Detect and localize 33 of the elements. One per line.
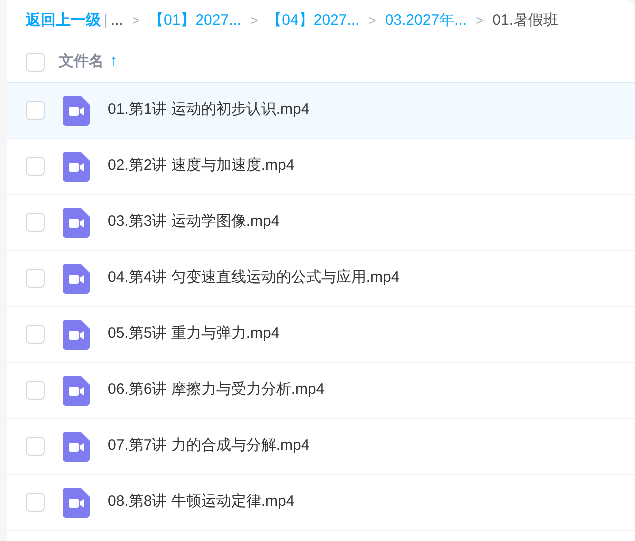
breadcrumb-link[interactable]: ... [110,10,124,32]
checkbox[interactable] [26,269,45,288]
video-file-icon [63,432,90,462]
checkbox[interactable] [26,157,45,176]
checkbox[interactable] [26,52,45,72]
video-file-icon [63,488,90,518]
video-file-icon [63,264,90,294]
file-name: 07.第7讲 力的合成与分解.mp4 [108,436,310,456]
file-name: 08.第8讲 牛顿运动定律.mp4 [108,492,295,512]
current-folder: 01.暑假班 [492,10,559,31]
file-name: 06.第6讲 摩擦力与受力分析.mp4 [108,380,325,400]
chevron-separator: > [476,12,484,30]
checkbox[interactable] [26,213,45,232]
video-file-icon [63,208,90,238]
video-file-icon [63,96,90,126]
file-name: 03.第3讲 运动学图像.mp4 [108,212,280,232]
video-file-icon [63,320,90,350]
divider-text: | [104,10,108,31]
chevron-separator: > [132,12,140,30]
checkbox[interactable] [26,325,45,344]
chevron-separator: > [368,12,376,30]
chevron-separator: > [250,12,258,30]
file-name: 01.第1讲 运动的初步认识.mp4 [108,100,310,120]
checkbox[interactable] [26,101,45,120]
checkbox[interactable] [26,493,45,512]
checkbox[interactable] [26,381,45,400]
file-name: 04.第4讲 匀变速直线运动的公式与应用.mp4 [108,268,400,288]
video-file-icon [63,376,90,406]
file-row[interactable]: 01.第1讲 运动的初步认识.mp4 [7,83,635,139]
file-name: 05.第5讲 重力与弹力.mp4 [108,324,280,344]
video-file-icon [63,152,90,182]
file-name: 02.第2讲 速度与加速度.mp4 [108,156,295,176]
checkbox[interactable] [26,437,45,456]
